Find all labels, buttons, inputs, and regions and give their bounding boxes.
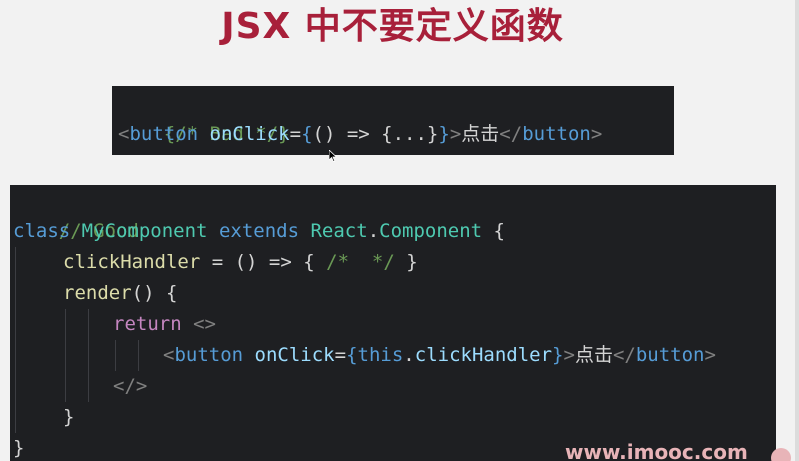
- handler-comment: /* */: [326, 251, 395, 273]
- render-line: render() {: [63, 278, 177, 309]
- bad-code-block: {/* Bad */} <button onClick={() => {...}…: [112, 86, 674, 155]
- good-code-block: // Good class MyComponent extends React.…: [10, 185, 776, 461]
- extends-keyword: extends: [218, 220, 300, 242]
- fragment-close-line: </>: [113, 371, 147, 402]
- handler-name: clickHandler: [63, 251, 201, 273]
- handler-arrow: () =>: [234, 251, 304, 273]
- handler-line: clickHandler = () => { /* */ }: [63, 247, 418, 278]
- imooc-logo-icon: [771, 448, 791, 461]
- class-keyword: class: [13, 220, 71, 242]
- site-watermark: www.imooc.com: [565, 440, 748, 461]
- bad-comment-line: {/* Bad */}: [118, 88, 290, 145]
- fragment-close: </>: [113, 375, 148, 397]
- btn-this: this: [357, 344, 404, 366]
- indent-guide: [88, 309, 89, 402]
- return-line: return <>: [113, 309, 216, 340]
- btn-text: 点击: [574, 344, 613, 366]
- tag-open: <: [118, 123, 130, 145]
- tag-name: button: [129, 123, 199, 145]
- slide-title: JSX 中不要定义函数: [221, 6, 564, 47]
- indent-guide: [65, 309, 66, 402]
- render-close-line: }: [63, 402, 74, 433]
- class-close-line: }: [13, 433, 24, 461]
- base-object: React: [310, 220, 368, 242]
- render-name: render: [63, 282, 132, 304]
- render-close-brace: }: [63, 406, 75, 428]
- attr-eq: =: [289, 123, 302, 145]
- good-comment-line: // Good: [13, 185, 139, 242]
- indent-guide: [138, 340, 139, 371]
- attr-name: onClick: [209, 123, 290, 145]
- close-tag-gt: >: [590, 123, 603, 145]
- bad-button-line: <button onClick={() => {...}}>点击</button…: [118, 119, 602, 150]
- fragment-open: <>: [193, 313, 216, 335]
- base-class: Component: [379, 220, 483, 242]
- return-keyword: return: [113, 313, 182, 335]
- class-open-brace: {: [493, 220, 505, 242]
- arrow-function: () =>: [312, 123, 382, 145]
- close-tag-name: button: [522, 123, 591, 145]
- btn-name: button: [174, 344, 244, 366]
- button-line: <button onClick={this.clickHandler}>点击</…: [163, 340, 716, 371]
- class-declaration-line: class MyComponent extends React.Componen…: [13, 216, 505, 247]
- brace-close: }: [438, 123, 450, 145]
- function-body: {...}: [381, 123, 439, 145]
- tag-gt: >: [449, 123, 462, 145]
- class-name: MyComponent: [81, 220, 208, 242]
- btn-lt: <: [163, 344, 175, 366]
- handler-body-close: }: [394, 251, 418, 273]
- btn-close-lt: </: [612, 344, 636, 366]
- btn-eq: =: [334, 344, 347, 366]
- btn-brace-open: {: [346, 344, 358, 366]
- mouse-pointer-icon: [329, 150, 338, 163]
- btn-handler: clickHandler: [414, 344, 553, 366]
- button-text: 点击: [461, 123, 500, 145]
- close-tag-open: </: [499, 123, 523, 145]
- render-parens: () {: [131, 282, 178, 304]
- dot: .: [367, 220, 380, 242]
- page-edge-strip: [795, 0, 799, 461]
- brace-open: {: [301, 123, 313, 145]
- btn-close-name: button: [635, 344, 705, 366]
- class-close-brace: }: [13, 437, 25, 459]
- btn-brace-close: }: [552, 344, 564, 366]
- btn-dot: .: [403, 344, 415, 366]
- btn-attr: onClick: [254, 344, 335, 366]
- btn-gt: >: [563, 344, 575, 366]
- indent-guide: [115, 340, 116, 371]
- handler-body-open: {: [303, 251, 327, 273]
- handler-eq: =: [200, 251, 235, 273]
- btn-close-gt: >: [704, 344, 716, 366]
